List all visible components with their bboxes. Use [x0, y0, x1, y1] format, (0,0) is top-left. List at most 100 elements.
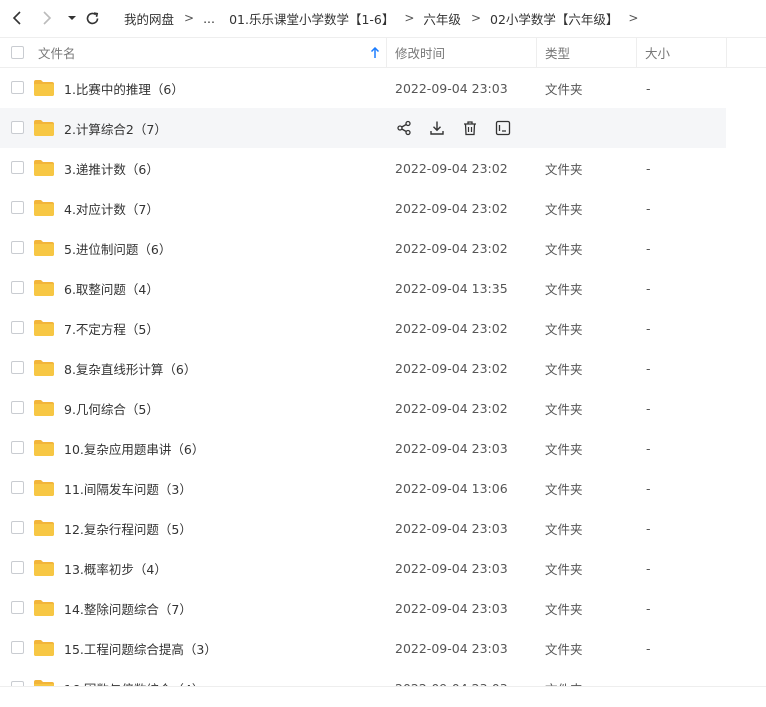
- file-type: 文件夹: [545, 361, 583, 377]
- file-row[interactable]: 9.几何综合（5） 2022-09-04 23:02 文件夹 -: [0, 388, 726, 428]
- file-name[interactable]: 3.递推计数（6）: [64, 148, 159, 188]
- column-header-name[interactable]: 文件名: [38, 38, 76, 67]
- file-size: -: [646, 80, 651, 96]
- file-name[interactable]: 7.不定方程（5）: [64, 308, 159, 348]
- file-name[interactable]: 13.概率初步（4）: [64, 548, 167, 588]
- file-row[interactable]: 15.工程问题综合提高（3） 2022-09-04 23:03 文件夹 -: [0, 628, 726, 668]
- file-name[interactable]: 2.计算综合2（7）: [64, 108, 167, 148]
- file-size: -: [646, 520, 651, 536]
- file-row[interactable]: 2.计算综合2（7）: [0, 108, 726, 148]
- file-name[interactable]: 12.复杂行程问题（5）: [64, 508, 192, 548]
- folder-icon: [33, 319, 55, 337]
- breadcrumb-item-current[interactable]: 02小学数学【六年级】: [490, 9, 618, 28]
- file-name[interactable]: 10.复杂应用题串讲（6）: [64, 428, 204, 468]
- file-type: 文件夹: [545, 601, 583, 617]
- file-row[interactable]: 7.不定方程（5） 2022-09-04 23:02 文件夹 -: [0, 308, 726, 348]
- file-name[interactable]: 8.复杂直线形计算（6）: [64, 348, 196, 388]
- file-size: -: [646, 360, 651, 376]
- row-checkbox[interactable]: [11, 361, 24, 374]
- file-type: 文件夹: [545, 481, 583, 497]
- row-checkbox[interactable]: [11, 241, 24, 254]
- folder-icon: [33, 239, 55, 257]
- file-name[interactable]: 9.几何综合（5）: [64, 388, 159, 428]
- file-size: -: [646, 400, 651, 416]
- file-row[interactable]: 1.比赛中的推理（6） 2022-09-04 23:03 文件夹 -: [0, 68, 726, 108]
- breadcrumb-separator: >: [184, 11, 195, 25]
- row-checkbox[interactable]: [11, 601, 24, 614]
- row-checkbox[interactable]: [11, 401, 24, 414]
- row-checkbox[interactable]: [11, 281, 24, 294]
- history-dropdown-button[interactable]: [62, 8, 82, 28]
- folder-icon: [33, 439, 55, 457]
- file-size: -: [646, 480, 651, 496]
- file-type: 文件夹: [545, 281, 583, 297]
- row-checkbox[interactable]: [11, 441, 24, 454]
- folder-icon: [33, 639, 55, 657]
- sort-arrow-up-icon[interactable]: [370, 38, 380, 67]
- file-modified-time: 2022-09-04 23:02: [395, 320, 508, 336]
- column-header-size[interactable]: 大小: [645, 38, 670, 67]
- file-name[interactable]: 5.进位制问题（6）: [64, 228, 171, 268]
- file-type: 文件夹: [545, 441, 583, 457]
- file-row[interactable]: 14.整除问题综合（7） 2022-09-04 23:03 文件夹 -: [0, 588, 726, 628]
- file-row[interactable]: 12.复杂行程问题（5） 2022-09-04 23:03 文件夹 -: [0, 508, 726, 548]
- row-checkbox[interactable]: [11, 321, 24, 334]
- row-checkbox[interactable]: [11, 161, 24, 174]
- row-checkbox[interactable]: [11, 641, 24, 654]
- file-name[interactable]: 1.比赛中的推理（6）: [64, 68, 184, 108]
- file-modified-time: 2022-09-04 23:03: [395, 600, 508, 616]
- file-name[interactable]: 4.对应计数（7）: [64, 188, 159, 228]
- select-all-checkbox[interactable]: [11, 46, 24, 59]
- rename-icon[interactable]: [494, 119, 512, 137]
- file-row[interactable]: 5.进位制问题（6） 2022-09-04 23:02 文件夹 -: [0, 228, 726, 268]
- trash-icon[interactable]: [461, 119, 479, 137]
- row-checkbox[interactable]: [11, 121, 24, 134]
- file-type: 文件夹: [545, 641, 583, 657]
- file-list-header: 文件名 修改时间 类型 大小: [0, 37, 766, 68]
- file-modified-time: 2022-09-04 23:03: [395, 80, 508, 96]
- row-checkbox[interactable]: [11, 521, 24, 534]
- file-row[interactable]: 6.取整问题（4） 2022-09-04 13:35 文件夹 -: [0, 268, 726, 308]
- share-icon[interactable]: [395, 119, 413, 137]
- breadcrumb: 我的网盘 > ... > 01.乐乐课堂小学数学【1-6】 > 六年级 > 02…: [124, 0, 647, 36]
- file-size: -: [646, 320, 651, 336]
- file-type: 文件夹: [545, 401, 583, 417]
- refresh-button[interactable]: [82, 8, 102, 28]
- file-modified-time: 2022-09-04 23:03: [395, 520, 508, 536]
- file-name[interactable]: 15.工程问题综合提高（3）: [64, 628, 217, 668]
- file-row[interactable]: 4.对应计数（7） 2022-09-04 23:02 文件夹 -: [0, 188, 726, 228]
- file-modified-time: 2022-09-04 23:03: [395, 560, 508, 576]
- file-modified-time: 2022-09-04 13:35: [395, 280, 508, 296]
- file-type: 文件夹: [545, 561, 583, 577]
- file-name[interactable]: 16.因数与倍数综合（4）: [64, 668, 204, 687]
- row-checkbox[interactable]: [11, 561, 24, 574]
- file-row[interactable]: 16.因数与倍数综合（4） 2022-09-04 23:03 文件夹 -: [0, 668, 726, 686]
- breadcrumb-item-root[interactable]: 我的网盘: [124, 9, 174, 28]
- folder-icon: [33, 159, 55, 177]
- file-size: -: [646, 160, 651, 176]
- file-name[interactable]: 11.间隔发车问题（3）: [64, 468, 192, 508]
- file-type: 文件夹: [545, 161, 583, 177]
- row-checkbox[interactable]: [11, 481, 24, 494]
- row-checkbox[interactable]: [11, 81, 24, 94]
- forward-button[interactable]: [36, 8, 56, 28]
- breadcrumb-item-ellipsis[interactable]: ...: [203, 11, 215, 26]
- column-header-type[interactable]: 类型: [545, 38, 570, 67]
- folder-icon: [33, 199, 55, 217]
- breadcrumb-item-grade[interactable]: 六年级: [423, 9, 461, 28]
- file-name[interactable]: 14.整除问题综合（7）: [64, 588, 192, 628]
- breadcrumb-item-course[interactable]: 01.乐乐课堂小学数学【1-6】: [229, 9, 394, 28]
- file-row[interactable]: 11.间隔发车问题（3） 2022-09-04 13:06 文件夹 -: [0, 468, 726, 508]
- file-name[interactable]: 6.取整问题（4）: [64, 268, 159, 308]
- refresh-icon: [86, 11, 98, 24]
- file-row[interactable]: 13.概率初步（4） 2022-09-04 23:03 文件夹 -: [0, 548, 726, 588]
- file-row[interactable]: 3.递推计数（6） 2022-09-04 23:02 文件夹 -: [0, 148, 726, 188]
- file-row[interactable]: 8.复杂直线形计算（6） 2022-09-04 23:02 文件夹 -: [0, 348, 726, 388]
- download-icon[interactable]: [428, 119, 446, 137]
- row-checkbox[interactable]: [11, 201, 24, 214]
- folder-icon: [33, 399, 55, 417]
- file-row[interactable]: 10.复杂应用题串讲（6） 2022-09-04 23:03 文件夹 -: [0, 428, 726, 468]
- file-size: -: [646, 200, 651, 216]
- back-button[interactable]: [8, 8, 28, 28]
- column-header-time[interactable]: 修改时间: [395, 38, 445, 67]
